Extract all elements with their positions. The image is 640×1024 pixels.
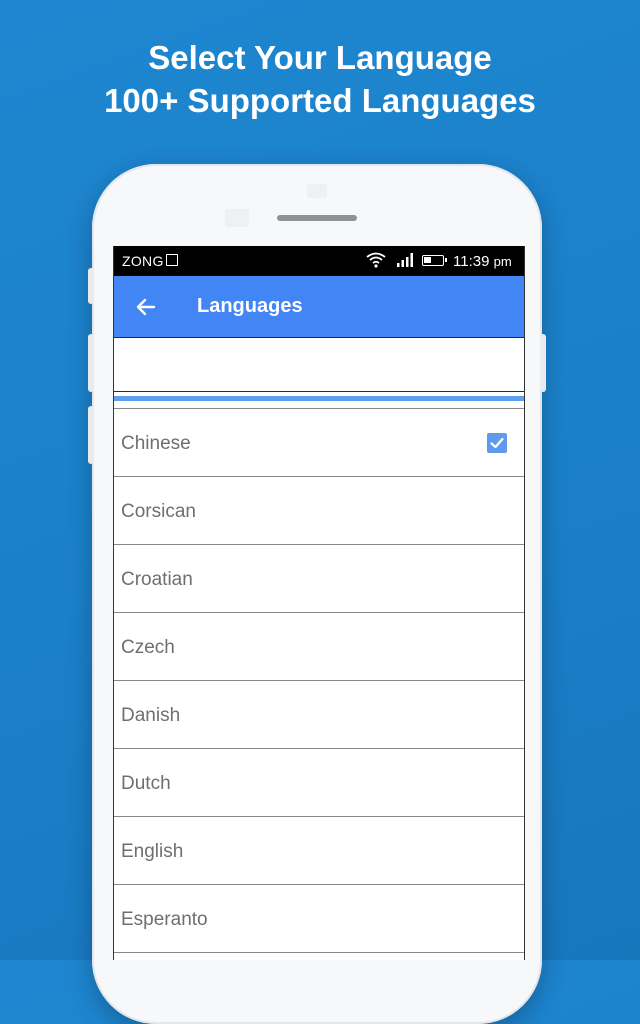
clock-ampm: pm	[493, 254, 512, 269]
language-label: Corsican	[121, 501, 196, 522]
phone-volume-up-button	[88, 334, 94, 392]
page-title: Languages	[197, 295, 303, 317]
phone-volume-down-button	[88, 406, 94, 464]
phone-side-button	[88, 268, 94, 304]
checkbox-checked-icon[interactable]	[487, 433, 507, 453]
signal-strength-icon	[397, 253, 413, 267]
list-item-czech[interactable]: Czech	[114, 613, 524, 681]
clock: 11:39 pm	[453, 253, 512, 270]
search-input[interactable]	[114, 338, 524, 391]
proximity-sensor	[225, 209, 249, 227]
app-toolbar: Languages	[114, 276, 524, 338]
front-camera	[307, 184, 327, 198]
language-label: Dutch	[121, 773, 171, 794]
language-label: Danish	[121, 705, 181, 726]
list-item-dutch[interactable]: Dutch	[114, 749, 524, 817]
list-item-croatian[interactable]: Croatian	[114, 545, 524, 613]
wifi-icon	[366, 252, 386, 268]
list-item-corsican[interactable]: Corsican	[114, 477, 524, 545]
language-label: Esperanto	[121, 909, 208, 930]
language-label: Czech	[121, 637, 175, 658]
language-label: Chinese	[121, 433, 191, 454]
list-item-danish[interactable]: Danish	[114, 681, 524, 749]
list-item-esperanto[interactable]: Esperanto	[114, 885, 524, 953]
phone-power-button	[540, 334, 546, 392]
app-screen: ZONG 11:39 pm Languages Chinese Corsican…	[113, 246, 525, 960]
promo-title: Select Your Language	[148, 39, 492, 76]
clock-time: 11:39	[453, 253, 490, 270]
status-bar: ZONG 11:39 pm	[114, 246, 524, 276]
promo-subtitle: 100+ Supported Languages	[104, 82, 536, 119]
earpiece-speaker	[277, 215, 357, 221]
battery-icon	[422, 255, 447, 266]
language-label: Croatian	[121, 569, 193, 590]
language-list: Chinese Corsican Croatian Czech Danish D…	[114, 409, 524, 953]
carrier-name: ZONG	[122, 253, 164, 269]
language-label: English	[121, 841, 184, 862]
search-underline	[114, 396, 524, 401]
image-notification-icon	[166, 254, 178, 266]
arrow-left-icon[interactable]	[134, 295, 158, 319]
search-box	[114, 338, 524, 392]
list-item-chinese[interactable]: Chinese	[114, 409, 524, 477]
list-item-english[interactable]: English	[114, 817, 524, 885]
